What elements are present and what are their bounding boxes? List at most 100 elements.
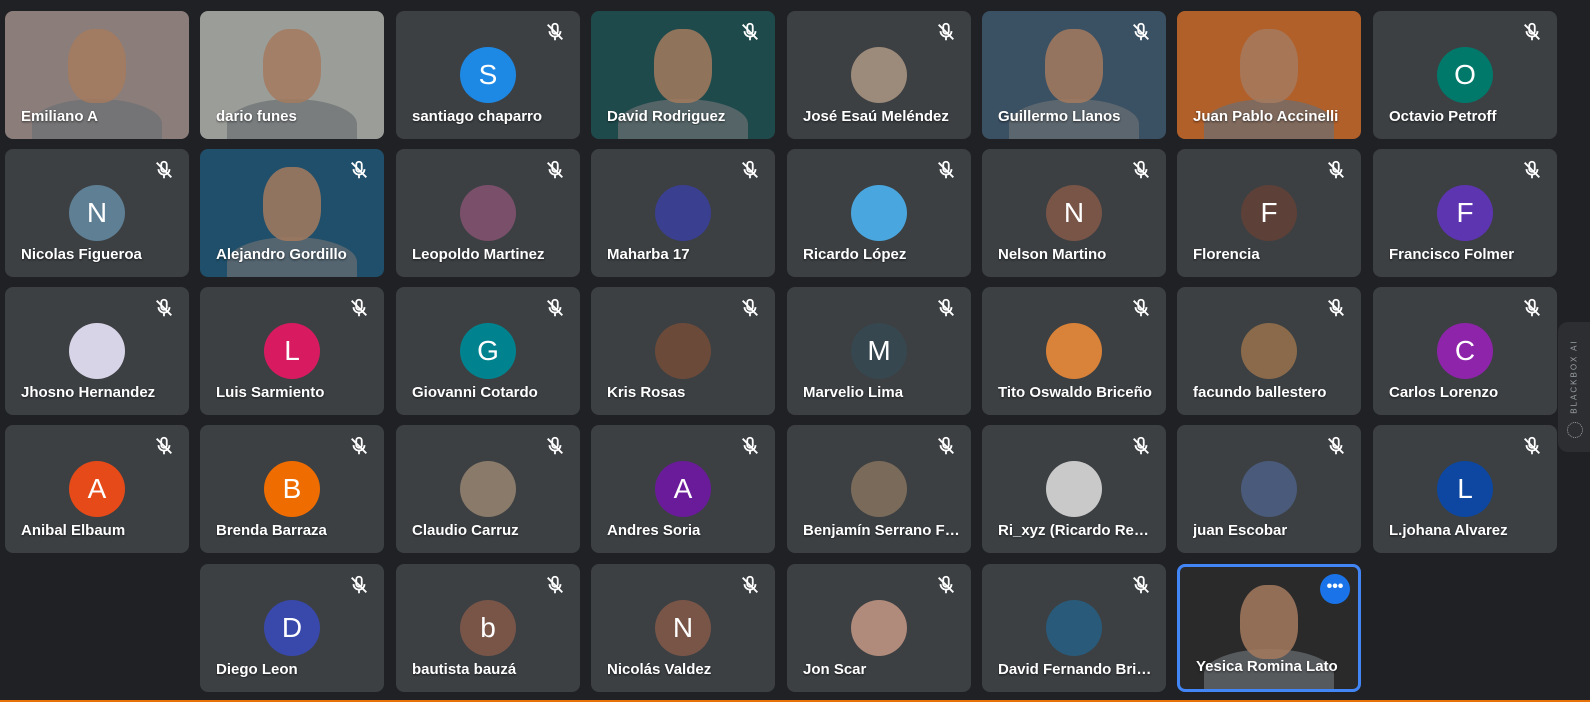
avatar-initial: G (460, 323, 516, 379)
mic-off-icon (935, 574, 957, 596)
avatar-initial: L (264, 323, 320, 379)
mic-off-icon (935, 435, 957, 457)
avatar-photo (655, 185, 711, 241)
participant-name: Guillermo Llanos (998, 108, 1121, 125)
participant-name: Brenda Barraza (216, 522, 327, 539)
avatar-photo (1241, 461, 1297, 517)
participant-tile-tito-oswaldo-briceno[interactable]: Tito Oswaldo Briceño (982, 287, 1166, 415)
avatar-initial: b (460, 600, 516, 656)
blackbox-ai-side-tab[interactable]: BLACKBOX AI (1558, 322, 1590, 452)
avatar-initial: N (69, 185, 125, 241)
participant-tile-francisco-folmer[interactable]: F Francisco Folmer (1373, 149, 1557, 277)
participant-tile-david-rodriguez[interactable]: David Rodriguez (591, 11, 775, 139)
participant-tile-anibal-elbaum[interactable]: A Anibal Elbaum (5, 425, 189, 553)
participant-name: Emiliano A (21, 108, 98, 125)
mic-off-icon (544, 435, 566, 457)
mic-off-icon (544, 574, 566, 596)
mic-off-icon (739, 21, 761, 43)
video-feed-face (1045, 29, 1103, 103)
side-tab-label: BLACKBOX AI (1569, 339, 1579, 414)
participant-tile-jon-scar[interactable]: Jon Scar (787, 564, 971, 692)
participant-name: facundo ballestero (1193, 384, 1327, 401)
mic-off-icon (544, 297, 566, 319)
participant-tile-florencia[interactable]: F Florencia (1177, 149, 1361, 277)
mic-off-icon (739, 297, 761, 319)
participant-tile-marvelio-lima[interactable]: M Marvelio Lima (787, 287, 971, 415)
avatar-photo (1046, 600, 1102, 656)
participant-tile-octavio-petroff[interactable]: O Octavio Petroff (1373, 11, 1557, 139)
participant-tile-ricardo-lopez[interactable]: Ricardo López (787, 149, 971, 277)
participant-name: santiago chaparro (412, 108, 543, 125)
participant-tile-jose-esau-melendez[interactable]: José Esaú Meléndez (787, 11, 971, 139)
participant-tile-guillermo-llanos[interactable]: Guillermo Llanos (982, 11, 1166, 139)
participant-tile-david-fernando-briceno[interactable]: David Fernando Briceño (982, 564, 1166, 692)
participant-tile-juan-escobar[interactable]: juan Escobar (1177, 425, 1361, 553)
participant-tile-nicolas-valdez[interactable]: N Nicolás Valdez (591, 564, 775, 692)
participant-tile-santiago-chaparro[interactable]: Ssantiago chaparro (396, 11, 580, 139)
participant-tile-emiliano-a[interactable]: Emiliano A (5, 11, 189, 139)
participant-tile-nicolas-figueroa[interactable]: N Nicolas Figueroa (5, 149, 189, 277)
video-feed-face (1240, 585, 1298, 659)
participant-name: Yesica Romina Lato (1196, 658, 1338, 675)
participant-tile-leopoldo-martinez[interactable]: Leopoldo Martinez (396, 149, 580, 277)
avatar-photo (69, 323, 125, 379)
participant-name: Kris Rosas (607, 384, 686, 401)
mic-off-icon (1130, 574, 1152, 596)
participant-tile-andres-soria[interactable]: A Andres Soria (591, 425, 775, 553)
participant-tile-maharba-17[interactable]: Maharba 17 (591, 149, 775, 277)
mic-off-icon (1130, 435, 1152, 457)
mic-off-icon (935, 297, 957, 319)
participant-name: Francisco Folmer (1389, 246, 1515, 263)
participant-tile-jhosno-hernandez[interactable]: Jhosno Hernandez (5, 287, 189, 415)
participant-tile-diego-leon[interactable]: D Diego Leon (200, 564, 384, 692)
participant-name: Maharba 17 (607, 246, 690, 263)
mic-off-icon (1130, 159, 1152, 181)
participant-tile-kris-rosas[interactable]: Kris Rosas (591, 287, 775, 415)
avatar-photo (1046, 461, 1102, 517)
participant-name: juan Escobar (1193, 522, 1288, 539)
participant-tile-carlos-lorenzo[interactable]: C Carlos Lorenzo (1373, 287, 1557, 415)
more-options-button[interactable]: ••• (1320, 574, 1350, 604)
mic-off-icon (348, 159, 370, 181)
avatar-photo (655, 323, 711, 379)
participant-tile-juan-pablo-accinelli[interactable]: Juan Pablo Accinelli (1177, 11, 1361, 139)
participant-name: Ri_xyz (Ricardo Reveles) (998, 522, 1156, 539)
video-feed-face (68, 29, 126, 103)
participant-name: Marvelio Lima (803, 384, 904, 401)
participant-name: dario funes (216, 108, 297, 125)
mic-off-icon (739, 574, 761, 596)
participant-name: L.johana Alvarez (1389, 522, 1508, 539)
participant-tile-facundo-ballestero[interactable]: facundo ballestero (1177, 287, 1361, 415)
participant-name: David Fernando Briceño (998, 661, 1156, 678)
participant-tile-nelson-martino[interactable]: N Nelson Martino (982, 149, 1166, 277)
participant-tile-giovanni-cotardo[interactable]: G Giovanni Cotardo (396, 287, 580, 415)
participant-name: Diego Leon (216, 661, 298, 678)
participant-tile-l-johana-alvarez[interactable]: L L.johana Alvarez (1373, 425, 1557, 553)
participant-name: David Rodriguez (607, 108, 726, 125)
participant-tile-dario-funes[interactable]: dario funes (200, 11, 384, 139)
participant-tile-benjamin-serrano-flores[interactable]: Benjamín Serrano Flores (787, 425, 971, 553)
participant-name: Florencia (1193, 246, 1260, 263)
participant-tile-bautista-bauza[interactable]: b bautista bauzá (396, 564, 580, 692)
avatar-photo (1241, 323, 1297, 379)
participant-name: bautista bauzá (412, 661, 517, 678)
blackbox-logo-icon (1567, 422, 1583, 438)
participant-tile-luis-sarmiento[interactable]: L Luis Sarmiento (200, 287, 384, 415)
participant-tile-alejandro-gordillo[interactable]: Alejandro Gordillo (200, 149, 384, 277)
mic-off-icon (935, 21, 957, 43)
participant-name: Luis Sarmiento (216, 384, 325, 401)
participant-tile-yesica-romina-lato[interactable]: ••• Yesica Romina Lato (1177, 564, 1361, 692)
participant-tile-brenda-barraza[interactable]: B Brenda Barraza (200, 425, 384, 553)
participant-tile-ri-xyz-ricardo-reveles[interactable]: Ri_xyz (Ricardo Reveles) (982, 425, 1166, 553)
mic-off-icon (739, 159, 761, 181)
mic-off-icon (1521, 435, 1543, 457)
participant-name: Nelson Martino (998, 246, 1107, 263)
avatar-photo (460, 461, 516, 517)
avatar-initial: M (851, 323, 907, 379)
avatar-photo (851, 600, 907, 656)
avatar-initial: A (655, 461, 711, 517)
participant-tile-claudio-carruz[interactable]: Claudio Carruz (396, 425, 580, 553)
participant-name: Andres Soria (607, 522, 701, 539)
avatar-initial: F (1437, 185, 1493, 241)
mic-off-icon (1521, 159, 1543, 181)
